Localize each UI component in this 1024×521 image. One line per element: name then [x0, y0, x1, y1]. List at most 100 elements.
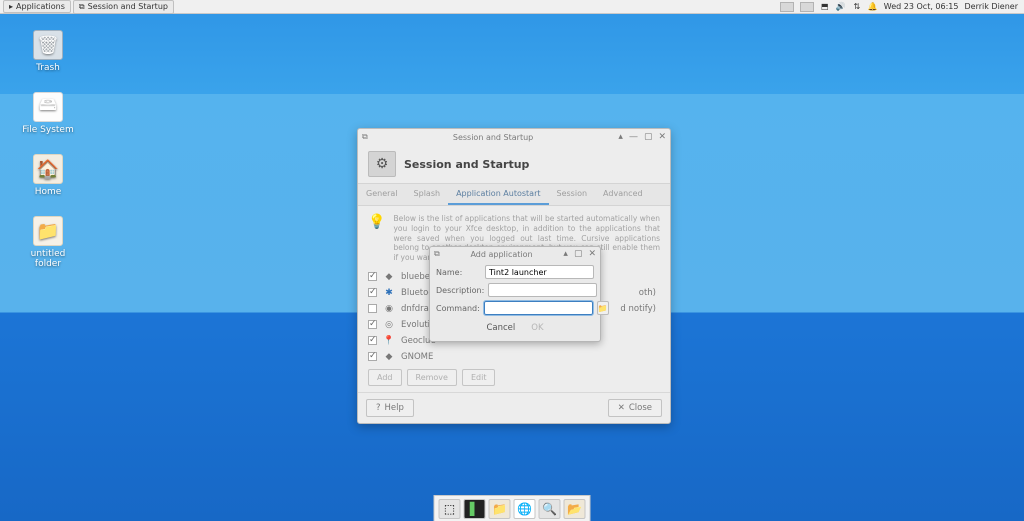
dialog-title: Add application — [440, 250, 564, 259]
dialog-body: Name: Description: Command: 📁 Cancel OK — [430, 261, 600, 341]
win-close-icon[interactable]: ✕ — [658, 132, 666, 142]
dock-show-desktop[interactable]: ⬚ — [439, 499, 461, 519]
add-application-dialog: ⧉ Add application ▴ ▢ ✕ Name: Descriptio… — [429, 246, 601, 342]
ok-button[interactable]: OK — [531, 323, 543, 333]
window-header: ⚙ Session and Startup — [358, 145, 670, 183]
desc-field-row: Description: — [436, 283, 594, 297]
name-input[interactable] — [485, 265, 594, 279]
clock[interactable]: Wed 23 Oct, 06:15 — [884, 2, 959, 11]
command-field-row: Command: 📁 — [436, 301, 594, 315]
close-icon: ✕ — [618, 403, 625, 413]
folder-icon: 📁 — [33, 216, 63, 246]
window-footer: ? Help ✕ Close — [358, 392, 670, 423]
tab-general[interactable]: General — [358, 184, 406, 205]
win-maximize-icon[interactable]: ▢ — [644, 132, 653, 142]
apps-label: Applications — [16, 2, 65, 11]
help-label: Help — [385, 403, 404, 413]
tab-advanced[interactable]: Advanced — [595, 184, 651, 205]
trash-icon: 🗑 — [33, 30, 63, 60]
item-suffix: oth) — [639, 288, 660, 298]
win-rollup-icon[interactable]: ▴ — [618, 132, 623, 142]
window-heading: Session and Startup — [404, 158, 529, 171]
help-button[interactable]: ? Help — [366, 399, 414, 417]
bell-icon[interactable]: 🔔 — [868, 2, 878, 12]
app-icon: ◎ — [383, 319, 395, 331]
tab-splash[interactable]: Splash — [406, 184, 449, 205]
applications-menu[interactable]: ▸ Applications — [3, 0, 71, 13]
browse-button[interactable]: 📁 — [597, 301, 609, 315]
filesystem-icon: 🖴 — [33, 92, 63, 122]
bottom-dock: ⬚ ▌ 📁 🌐 🔍 📂 — [434, 495, 591, 521]
dock-terminal[interactable]: ▌ — [464, 499, 486, 519]
audio-icon[interactable]: 🔊 — [836, 2, 846, 12]
username[interactable]: Derrik Diener — [964, 2, 1018, 11]
desktop-trash[interactable]: 🗑 Trash — [20, 30, 76, 73]
bulb-icon: 💡 — [368, 214, 385, 263]
checkbox[interactable] — [368, 304, 377, 313]
item-suffix: d notify) — [620, 304, 660, 314]
window-icon: ⧉ — [79, 2, 85, 12]
name-label: Name: — [436, 268, 481, 277]
fs-label: File System — [22, 125, 73, 135]
panel-left: ▸ Applications ⧉ Session and Startup — [0, 0, 174, 14]
top-panel: ▸ Applications ⧉ Session and Startup ⬒ 🔊… — [0, 0, 1024, 14]
panel-right: ⬒ 🔊 ⇅ 🔔 Wed 23 Oct, 06:15 Derrik Diener — [780, 2, 1024, 12]
dialog-titlebar[interactable]: ⧉ Add application ▴ ▢ ✕ — [430, 247, 600, 261]
dlg-rollup-icon[interactable]: ▴ — [563, 249, 568, 259]
folder-label: untitled folder — [31, 249, 66, 269]
remove-button[interactable]: Remove — [407, 369, 457, 386]
item-label: GNOME — [401, 352, 433, 362]
taskbar-item-session[interactable]: ⧉ Session and Startup — [73, 0, 174, 14]
desktop-filesystem[interactable]: 🖴 File System — [20, 92, 76, 135]
command-input[interactable] — [484, 301, 593, 315]
cancel-button[interactable]: Cancel — [486, 323, 515, 333]
checkbox[interactable] — [368, 288, 377, 297]
apps-icon: ▸ — [9, 2, 13, 11]
dock-file-manager[interactable]: 📁 — [489, 499, 511, 519]
list-buttons: Add Remove Edit — [368, 369, 660, 386]
close-button[interactable]: ✕ Close — [608, 399, 662, 417]
location-icon: 📍 — [383, 335, 395, 347]
dock-browser[interactable]: 🌐 — [514, 499, 536, 519]
item-label: Evoluti — [401, 320, 430, 330]
list-item: ◆ GNOME — [368, 349, 660, 365]
app-icon: ◉ — [383, 303, 395, 315]
dlg-close-icon[interactable]: ✕ — [588, 249, 596, 259]
app-icon: ◆ — [383, 271, 395, 283]
tab-session[interactable]: Session — [549, 184, 596, 205]
tray-block-1[interactable] — [780, 2, 794, 12]
app-icon: ◆ — [383, 351, 395, 363]
checkbox[interactable] — [368, 320, 377, 329]
desc-label: Description: — [436, 286, 484, 295]
dialog-buttons: Cancel OK — [436, 319, 594, 339]
desktop-untitled-folder[interactable]: 📁 untitled folder — [20, 216, 76, 269]
add-button[interactable]: Add — [368, 369, 402, 386]
description-input[interactable] — [488, 283, 597, 297]
help-icon: ? — [376, 403, 381, 413]
update-icon[interactable]: ⬒ — [820, 2, 830, 12]
bluetooth-icon: ✱ — [383, 287, 395, 299]
checkbox[interactable] — [368, 352, 377, 361]
command-label: Command: — [436, 304, 480, 313]
win-minimize-icon[interactable]: — — [629, 132, 638, 142]
edit-button[interactable]: Edit — [462, 369, 496, 386]
checkbox[interactable] — [368, 336, 377, 345]
dlg-maximize-icon[interactable]: ▢ — [574, 249, 583, 259]
network-icon[interactable]: ⇅ — [852, 2, 862, 12]
window-titlebar[interactable]: ⧉ Session and Startup ▴ — ▢ ✕ — [358, 129, 670, 145]
trash-label: Trash — [36, 63, 60, 73]
home-icon: 🏠 — [33, 154, 63, 184]
dock-search[interactable]: 🔍 — [539, 499, 561, 519]
close-label: Close — [629, 403, 652, 413]
tabs: General Splash Application Autostart Ses… — [358, 183, 670, 206]
checkbox[interactable] — [368, 272, 377, 281]
header-icon: ⚙ — [368, 151, 396, 177]
desktop-home[interactable]: 🏠 Home — [20, 154, 76, 197]
tray-block-2[interactable] — [800, 2, 814, 12]
task-label: Session and Startup — [88, 2, 168, 11]
window-title: Session and Startup — [368, 133, 619, 142]
home-label: Home — [35, 187, 62, 197]
name-field-row: Name: — [436, 265, 594, 279]
tab-autostart[interactable]: Application Autostart — [448, 184, 548, 205]
dock-home[interactable]: 📂 — [564, 499, 586, 519]
